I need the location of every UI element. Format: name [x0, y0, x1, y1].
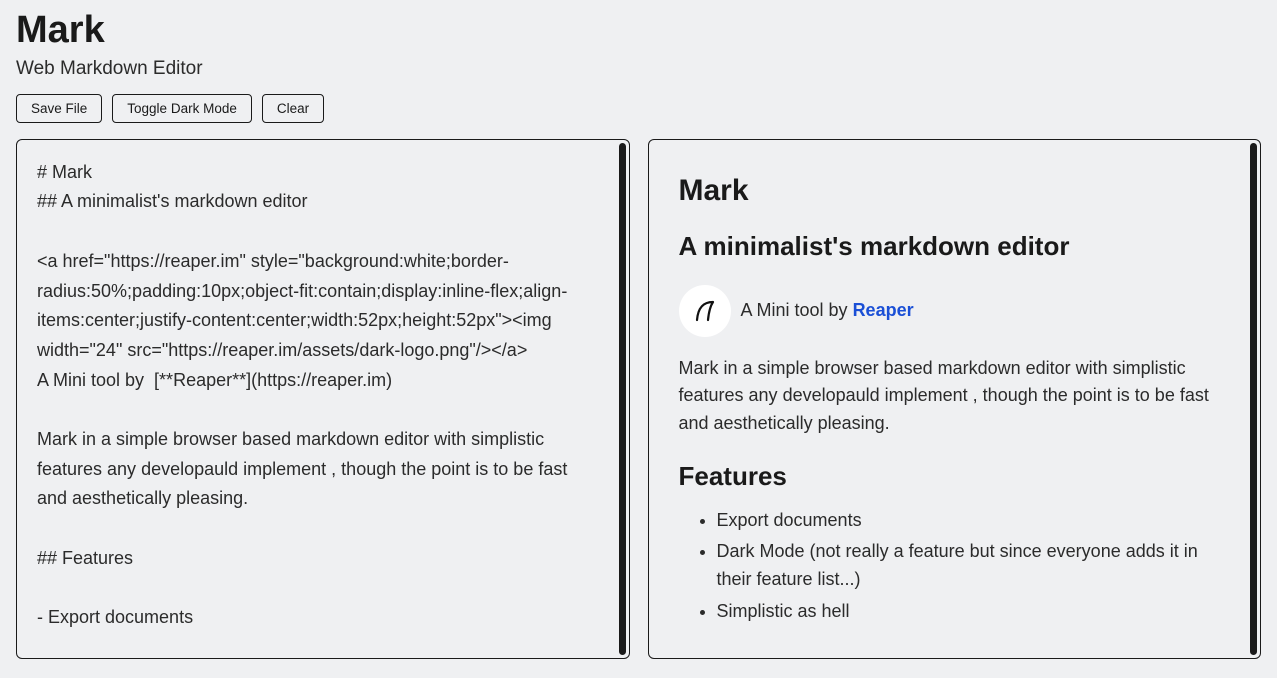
toolbar: Save File Toggle Dark Mode Clear — [16, 94, 1261, 123]
list-item: Dark Mode (not really a feature but sinc… — [717, 538, 1231, 594]
preview-features-list: Export documents Dark Mode (not really a… — [679, 507, 1231, 627]
list-item: Export documents — [717, 507, 1231, 535]
clear-button[interactable]: Clear — [262, 94, 324, 123]
preview-h2: A minimalist's markdown editor — [679, 226, 1231, 266]
markdown-editor[interactable]: # Mark ## A minimalist's markdown editor… — [17, 140, 629, 651]
save-file-button[interactable]: Save File — [16, 94, 102, 123]
app-title: Mark — [16, 10, 1261, 52]
preview-byline: A Mini tool by Reaper — [679, 285, 1231, 337]
preview-scrollbar[interactable] — [1250, 143, 1257, 655]
editor-scrollbar[interactable] — [619, 143, 626, 655]
editor-pane: # Mark ## A minimalist's markdown editor… — [16, 139, 630, 659]
reaper-logo-icon[interactable] — [679, 285, 731, 337]
byline-prefix: A Mini tool by — [741, 300, 853, 320]
markdown-preview: Mark A minimalist's markdown editor A Mi… — [649, 140, 1261, 648]
toggle-dark-mode-button[interactable]: Toggle Dark Mode — [112, 94, 252, 123]
list-item: Simplistic as hell — [717, 598, 1231, 626]
preview-features-heading: Features — [679, 456, 1231, 496]
byline-link[interactable]: Reaper — [853, 300, 914, 320]
preview-pane: Mark A minimalist's markdown editor A Mi… — [648, 139, 1262, 659]
app-subtitle: Web Markdown Editor — [16, 58, 1261, 80]
preview-h1: Mark — [679, 168, 1231, 215]
preview-intro: Mark in a simple browser based markdown … — [679, 355, 1231, 439]
